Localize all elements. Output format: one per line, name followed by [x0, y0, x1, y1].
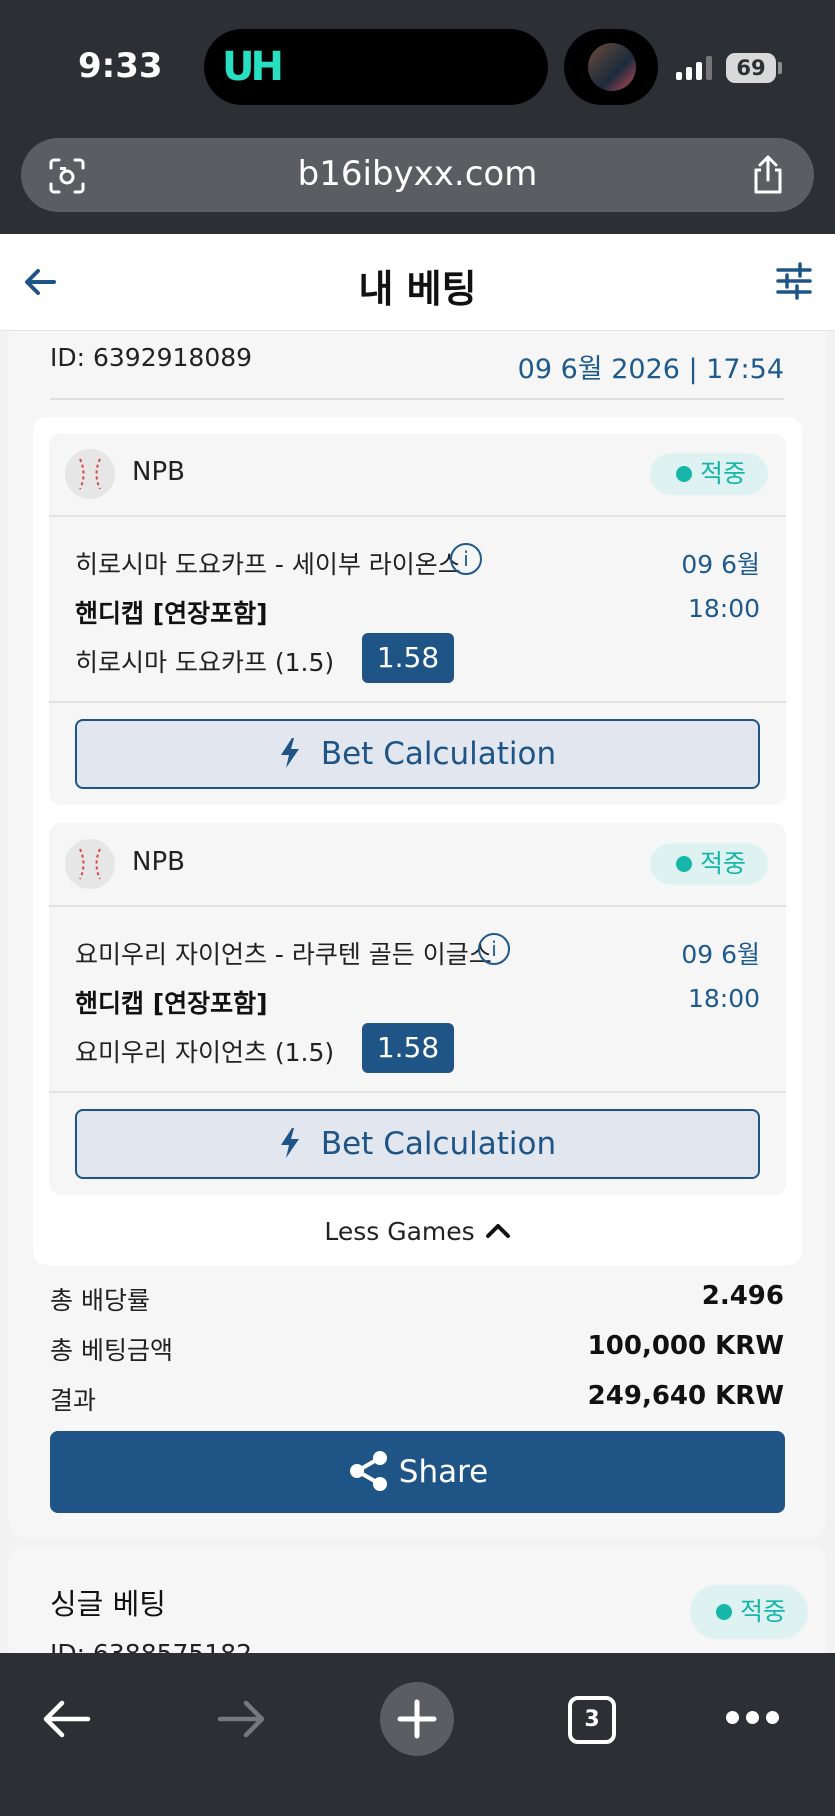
address-bar[interactable]: b16ibyxx.com: [21, 138, 814, 212]
summary-result: 결과 249,640 KRW: [50, 1381, 784, 1421]
divider: [49, 1091, 786, 1093]
bet-history-list[interactable]: ID: 6392918089 09 6월 2026 | 17:54 NPB 적중: [0, 331, 835, 1653]
bet-calculation-label: Bet Calculation: [320, 1126, 557, 1162]
live-activity: [564, 29, 658, 105]
game-header: NPB 적중: [49, 823, 786, 907]
chevron-up-icon: [485, 1224, 510, 1238]
ios-status-bar: 9:33 UH 69 b16ibyxx.com: [0, 0, 835, 234]
league-name: NPB: [132, 457, 185, 487]
plus-icon: [397, 1699, 437, 1739]
browser-toolbar: 3: [0, 1653, 835, 1816]
url-text[interactable]: b16ibyxx.com: [21, 154, 814, 194]
selection: 히로시마 도요카프 (1.5): [75, 648, 335, 677]
share-button[interactable]: Share: [50, 1431, 785, 1513]
bet-card: ID: 6392918089 09 6월 2026 | 17:54 NPB 적중: [9, 331, 826, 1538]
odds-badge: 1.58: [362, 1023, 454, 1073]
bet-calculation-button[interactable]: Bet Calculation: [75, 719, 760, 789]
summary-total-stake: 총 베팅금액 100,000 KRW: [50, 1331, 784, 1371]
share-icon: [349, 1451, 387, 1491]
baseball-icon: [65, 449, 115, 499]
status-dot: [675, 856, 692, 872]
new-tab-button[interactable]: [380, 1682, 454, 1756]
game-item: NPB 적중 요미우리 자이언츠 - 라쿠텐 골든 이글스 i 09 6월 핸디…: [49, 823, 786, 1195]
page-title: 내 베팅: [358, 267, 477, 311]
status-dot: [675, 466, 692, 482]
selection: 요미우리 자이언츠 (1.5): [75, 1038, 335, 1067]
game-time: 18:00: [687, 984, 760, 1013]
status-badge: 적중: [649, 843, 768, 885]
info-icon[interactable]: i: [478, 933, 510, 965]
status-badge: 적중: [689, 1585, 808, 1639]
share-label: Share: [398, 1454, 489, 1490]
summary-label: 결과: [50, 1386, 97, 1415]
game-header: NPB 적중: [49, 433, 786, 517]
less-games-label: Less Games: [324, 1217, 475, 1246]
market-name: 핸디캡 [연장포함]: [75, 599, 268, 628]
match-name: 히로시마 도요카프 - 세이부 라이온스: [75, 550, 461, 579]
back-icon[interactable]: [40, 1697, 92, 1741]
bet-type-title: 싱글 베팅: [50, 1587, 166, 1621]
game-time: 18:00: [687, 594, 760, 623]
status-dot: [715, 1604, 732, 1620]
match-name: 요미우리 자이언츠 - 라쿠텐 골든 이글스: [75, 940, 492, 969]
bet-datetime: 07 6월 2026 | 16:52: [518, 1645, 784, 1653]
summary-value: 100,000 KRW: [587, 1331, 784, 1361]
forward-icon[interactable]: [216, 1697, 268, 1741]
status-label: 적중: [699, 849, 746, 878]
dynamic-island: UH: [204, 29, 548, 105]
info-icon[interactable]: i: [450, 543, 482, 575]
summary-value: 249,640 KRW: [587, 1381, 784, 1411]
share-sheet-icon[interactable]: [748, 154, 788, 196]
battery-icon: 69: [726, 53, 776, 83]
divider: [49, 701, 786, 703]
tabs-button[interactable]: 3: [568, 1696, 616, 1744]
status-label: 적중: [699, 459, 746, 488]
bet-id: ID: 6388575182: [50, 1639, 252, 1653]
game-item: NPB 적중 히로시마 도요카프 - 세이부 라이온스 i 09 6월 핸디캡 …: [49, 433, 786, 805]
odds-badge: 1.58: [362, 633, 454, 683]
app-logo-icon: UH: [222, 44, 284, 90]
baseball-icon: [65, 839, 115, 889]
battery-tip: [778, 62, 782, 74]
app-header: 내 베팅: [0, 234, 835, 331]
sliders-icon[interactable]: [773, 260, 815, 302]
status-badge: 적중: [649, 453, 768, 495]
bet-calculation-label: Bet Calculation: [320, 736, 557, 772]
divider: [50, 398, 784, 400]
signal-icon: [676, 56, 716, 80]
less-games-toggle[interactable]: Less Games: [33, 1217, 802, 1246]
activity-avatar: [588, 43, 636, 91]
bet-card[interactable]: 싱글 베팅 적중 ID: 6388575182 07 6월 2026 | 16:…: [9, 1545, 826, 1653]
game-date: 09 6월: [681, 550, 760, 579]
clock: 9:33: [78, 46, 163, 86]
league-name: NPB: [132, 847, 185, 877]
games-list: NPB 적중 히로시마 도요카프 - 세이부 라이온스 i 09 6월 핸디캡 …: [33, 417, 802, 1265]
game-date: 09 6월: [681, 940, 760, 969]
bet-id: ID: 6392918089: [50, 343, 253, 372]
lightning-icon: [280, 738, 299, 768]
market-name: 핸디캡 [연장포함]: [75, 989, 268, 1018]
summary-value: 2.496: [701, 1281, 784, 1311]
summary-total-odds: 총 배당률 2.496: [50, 1281, 784, 1321]
summary-label: 총 배당률: [50, 1286, 150, 1315]
lightning-icon: [280, 1128, 299, 1158]
bet-datetime: 09 6월 2026 | 17:54: [517, 354, 784, 385]
more-icon[interactable]: [726, 1711, 780, 1725]
status-label: 적중: [739, 1597, 786, 1626]
summary-label: 총 베팅금액: [50, 1336, 173, 1365]
bet-calculation-button[interactable]: Bet Calculation: [75, 1109, 760, 1179]
